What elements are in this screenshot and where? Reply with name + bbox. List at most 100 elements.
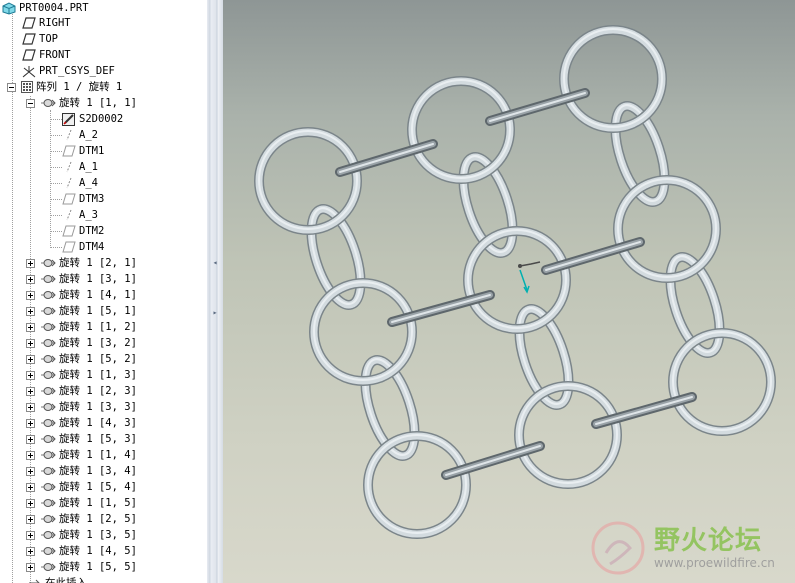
expand-toggle-icon[interactable] xyxy=(26,290,35,300)
expand-toggle-icon[interactable] xyxy=(26,386,35,396)
tree-item-datum-plane[interactable]: DTM2 xyxy=(62,223,104,239)
revolve-icon xyxy=(40,354,56,364)
tree-item-axis[interactable]: A_3 xyxy=(62,207,98,223)
tree-item-revolve-member[interactable]: 旋转 1 [5, 3] xyxy=(26,431,137,447)
tree-item-label: 阵列 1 / 旋转 1 xyxy=(36,81,123,93)
revolve-icon xyxy=(40,418,56,428)
csys-marker xyxy=(518,261,541,294)
tree-item-revolve-member[interactable]: 旋转 1 [5, 5] xyxy=(26,559,137,575)
tree-item-label: DTM3 xyxy=(79,193,105,205)
tree-item-label: 旋转 1 [3, 1] xyxy=(59,273,137,285)
revolve-icon xyxy=(40,290,56,300)
expand-toggle-icon[interactable] xyxy=(26,498,35,508)
tree-item-revolve-member[interactable]: 旋转 1 [2, 3] xyxy=(26,383,137,399)
expand-toggle-icon[interactable] xyxy=(26,354,35,364)
expand-toggle-icon[interactable] xyxy=(26,274,35,284)
graphics-viewport[interactable] xyxy=(223,0,795,583)
tree-item-axis[interactable]: A_2 xyxy=(62,127,98,143)
revolve-icon xyxy=(40,546,56,556)
model-tree-panel[interactable]: PRT0004.PRT RIGHT TOP FRONT PRT_CSYS_DEF… xyxy=(0,0,207,583)
tree-item-label: 旋转 1 [2, 5] xyxy=(59,513,137,525)
expand-toggle-icon[interactable] xyxy=(26,466,35,476)
tree-item-revolve-member[interactable]: 旋转 1 [2, 5] xyxy=(26,511,137,527)
expand-right-arrow-icon[interactable]: ▸ xyxy=(210,308,220,318)
tree-item-pattern[interactable]: 阵列 1 / 旋转 1 xyxy=(7,79,122,95)
tree-item-revolve-member[interactable]: 旋转 1 [1, 5] xyxy=(26,495,137,511)
expand-toggle-icon[interactable] xyxy=(26,418,35,428)
ring-link xyxy=(463,226,571,334)
tree-item-sketch[interactable]: S2D0002 xyxy=(62,111,123,127)
expand-toggle-icon[interactable] xyxy=(26,258,35,268)
tree-item-label: PRT_CSYS_DEF xyxy=(39,65,115,77)
revolve-icon xyxy=(40,466,56,476)
tree-item-axis[interactable]: A_1 xyxy=(62,159,98,175)
tree-item-csys[interactable]: PRT_CSYS_DEF xyxy=(22,63,115,79)
tree-item-insert-here[interactable]: 在此插入 xyxy=(26,575,87,583)
tree-item-revolve-member[interactable]: 旋转 1 [3, 2] xyxy=(26,335,137,351)
tree-item-revolve-member[interactable]: 旋转 1 [3, 5] xyxy=(26,527,137,543)
collapse-toggle-icon[interactable] xyxy=(26,98,35,108)
revolve-icon xyxy=(40,322,56,332)
tree-item-datum-plane[interactable]: DTM4 xyxy=(62,239,104,255)
ring-link xyxy=(363,431,471,539)
tree-item-label: DTM1 xyxy=(79,145,105,157)
tree-item-front[interactable]: FRONT xyxy=(22,47,71,63)
tree-item-datum-plane[interactable]: DTM3 xyxy=(62,191,104,207)
expand-toggle-icon[interactable] xyxy=(26,370,35,380)
ring-link xyxy=(668,328,776,436)
tree-item-label: 旋转 1 [3, 5] xyxy=(59,529,137,541)
tree-item-label: 旋转 1 [3, 3] xyxy=(59,401,137,413)
expand-toggle-icon[interactable] xyxy=(26,338,35,348)
tree-item-label: FRONT xyxy=(39,49,71,61)
collapse-left-arrow-icon[interactable]: ◂ xyxy=(210,258,220,268)
expand-toggle-icon[interactable] xyxy=(26,562,35,572)
revolve-icon xyxy=(40,98,56,108)
tree-item-revolve-member[interactable]: 旋转 1 [3, 1] xyxy=(26,271,137,287)
tree-item-label: 旋转 1 [5, 5] xyxy=(59,561,137,573)
panel-splitter[interactable]: ◂ ▸ xyxy=(207,0,223,583)
expand-toggle-icon[interactable] xyxy=(26,434,35,444)
expand-toggle-icon[interactable] xyxy=(26,322,35,332)
expand-toggle-icon[interactable] xyxy=(26,402,35,412)
tree-item-label: 旋转 1 [4, 1] xyxy=(59,289,137,301)
revolve-icon xyxy=(40,338,56,348)
expand-toggle-icon[interactable] xyxy=(26,450,35,460)
tree-item-label: DTM4 xyxy=(79,241,105,253)
tree-root-label: PRT0004.PRT xyxy=(19,2,89,14)
tree-item-revolve-member[interactable]: 旋转 1 [1, 3] xyxy=(26,367,137,383)
revolve-icon xyxy=(40,514,56,524)
tree-item-revolve-member[interactable]: 旋转 1 [1, 2] xyxy=(26,319,137,335)
tree-item-axis[interactable]: A_4 xyxy=(62,175,98,191)
tree-item-revolve-member[interactable]: 旋转 1 [1, 4] xyxy=(26,447,137,463)
tree-item-datum-plane[interactable]: DTM1 xyxy=(62,143,104,159)
datum-plane-icon xyxy=(62,193,76,205)
expand-toggle-icon[interactable] xyxy=(26,482,35,492)
tree-item-revolve-member[interactable]: 旋转 1 [5, 4] xyxy=(26,479,137,495)
revolve-icon xyxy=(40,450,56,460)
revolve-icon xyxy=(40,370,56,380)
tree-item-label: A_4 xyxy=(79,177,98,189)
datum-axis-icon xyxy=(62,177,76,189)
expand-toggle-icon[interactable] xyxy=(26,546,35,556)
tree-item-revolve-member[interactable]: 旋转 1 [4, 1] xyxy=(26,287,137,303)
tree-item-revolve-member[interactable]: 旋转 1 [4, 3] xyxy=(26,415,137,431)
tree-item-right[interactable]: RIGHT xyxy=(22,15,71,31)
tree-item-revolve-member[interactable]: 旋转 1 [3, 3] xyxy=(26,399,137,415)
tree-item-revolve-member[interactable]: 旋转 1 [5, 1] xyxy=(26,303,137,319)
tree-item-revolve-member[interactable]: 旋转 1 [3, 4] xyxy=(26,463,137,479)
expand-toggle-icon[interactable] xyxy=(26,514,35,524)
datum-plane-icon xyxy=(62,145,76,157)
chain-mesh-model[interactable] xyxy=(223,0,795,583)
tree-item-top[interactable]: TOP xyxy=(22,31,58,47)
expand-toggle-icon[interactable] xyxy=(26,530,35,540)
tree-item-revolve-1-1[interactable]: 旋转 1 [1, 1] xyxy=(26,95,137,111)
tree-item-revolve-member[interactable]: 旋转 1 [5, 2] xyxy=(26,351,137,367)
tree-item-label: 旋转 1 [2, 3] xyxy=(59,385,137,397)
tree-item-revolve-member[interactable]: 旋转 1 [4, 5] xyxy=(26,543,137,559)
tree-item-revolve-member[interactable]: 旋转 1 [2, 1] xyxy=(26,255,137,271)
collapse-toggle-icon[interactable] xyxy=(7,82,16,92)
tree-root[interactable]: PRT0004.PRT xyxy=(2,0,89,16)
expand-toggle-icon[interactable] xyxy=(26,306,35,316)
tree-item-label: A_3 xyxy=(79,209,98,221)
insert-arrow-icon xyxy=(28,578,42,583)
